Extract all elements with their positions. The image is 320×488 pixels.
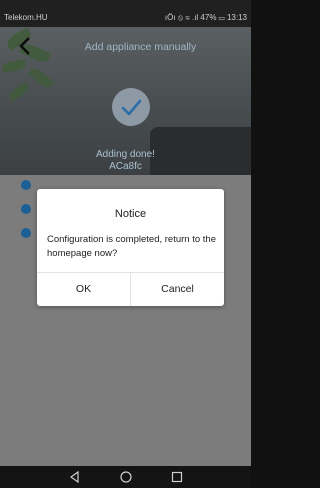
ok-button[interactable]: OK: [37, 273, 130, 306]
system-navigation-bar: [0, 466, 251, 488]
step-indicator-dot: [21, 204, 31, 214]
app-screen: Telekom.HU ıÖı ⦸ ≋ .ıl 47% ▭ 13:13 Add a…: [0, 0, 251, 488]
cancel-button[interactable]: Cancel: [131, 273, 224, 306]
plant-leaf: [7, 81, 31, 102]
home-circle-icon[interactable]: [119, 470, 133, 484]
recents-square-icon[interactable]: [170, 470, 184, 484]
success-check-icon: [112, 88, 150, 126]
top-nav: Add appliance manually: [0, 27, 251, 67]
status-bar: Telekom.HU ıÖı ⦸ ≋ .ıl 47% ▭ 13:13: [0, 0, 251, 27]
notice-dialog: Notice Configuration is completed, retur…: [37, 189, 224, 306]
plant-leaf: [27, 65, 55, 91]
dialog-message: Configuration is completed, return to th…: [47, 234, 216, 259]
page-title: Add appliance manually: [84, 41, 197, 53]
back-triangle-icon[interactable]: [68, 470, 82, 484]
back-arrow-icon[interactable]: [14, 35, 36, 57]
adding-done-message: Adding done!: [96, 149, 155, 160]
device-name: ACa8fc: [109, 161, 142, 172]
step-indicator-dot: [21, 180, 31, 190]
step-indicator-dot: [21, 228, 31, 238]
carrier-label: Telekom.HU: [4, 13, 48, 22]
status-indicators: ıÖı ⦸ ≋ .ıl 47% ▭ 13:13: [164, 13, 247, 22]
dialog-title: Notice: [114, 208, 147, 220]
